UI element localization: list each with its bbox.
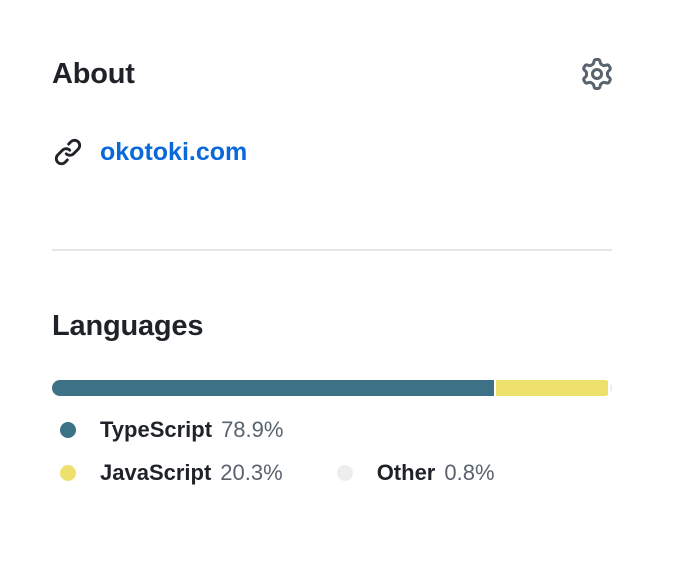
website-row: okotoki.com <box>52 132 247 172</box>
legend-item-typescript[interactable]: TypeScript 78.9% <box>52 417 283 443</box>
legend-name: TypeScript <box>100 417 213 442</box>
link-icon-glyph <box>54 138 82 166</box>
legend-name: JavaScript <box>100 460 212 485</box>
language-bar-segment-other <box>607 380 612 396</box>
legend-percent: 0.8% <box>444 460 495 485</box>
languages-header: Languages <box>52 304 203 348</box>
other-dot-icon <box>336 465 353 481</box>
javascript-dot-icon <box>60 465 76 481</box>
legend-percent: 78.9% <box>221 417 284 442</box>
language-bar-segment-javascript <box>493 380 608 396</box>
gear-icon-glyph <box>582 58 612 90</box>
website-link[interactable]: okotoki.com <box>100 138 247 167</box>
about-header: About <box>52 52 612 96</box>
legend-item-other[interactable]: Other 0.8% <box>329 460 495 486</box>
typescript-dot-icon <box>60 422 76 438</box>
language-bar-segment-typescript <box>52 380 494 396</box>
link-icon <box>52 136 84 168</box>
language-legend-row-2: JavaScript 20.3% Other 0.8% <box>52 457 495 489</box>
language-progress-bar <box>52 380 612 396</box>
legend-item-javascript[interactable]: JavaScript 20.3% <box>52 460 283 486</box>
about-title: About <box>52 57 135 90</box>
languages-title: Languages <box>52 309 204 342</box>
gear-icon[interactable] <box>580 57 614 91</box>
section-divider <box>52 249 612 251</box>
legend-percent: 20.3% <box>220 460 283 485</box>
language-legend-row-1: TypeScript 78.9% <box>52 414 283 446</box>
about-sidebar: About okotoki.com Languages TypeScript 7… <box>0 0 684 562</box>
legend-name: Other <box>376 460 436 485</box>
